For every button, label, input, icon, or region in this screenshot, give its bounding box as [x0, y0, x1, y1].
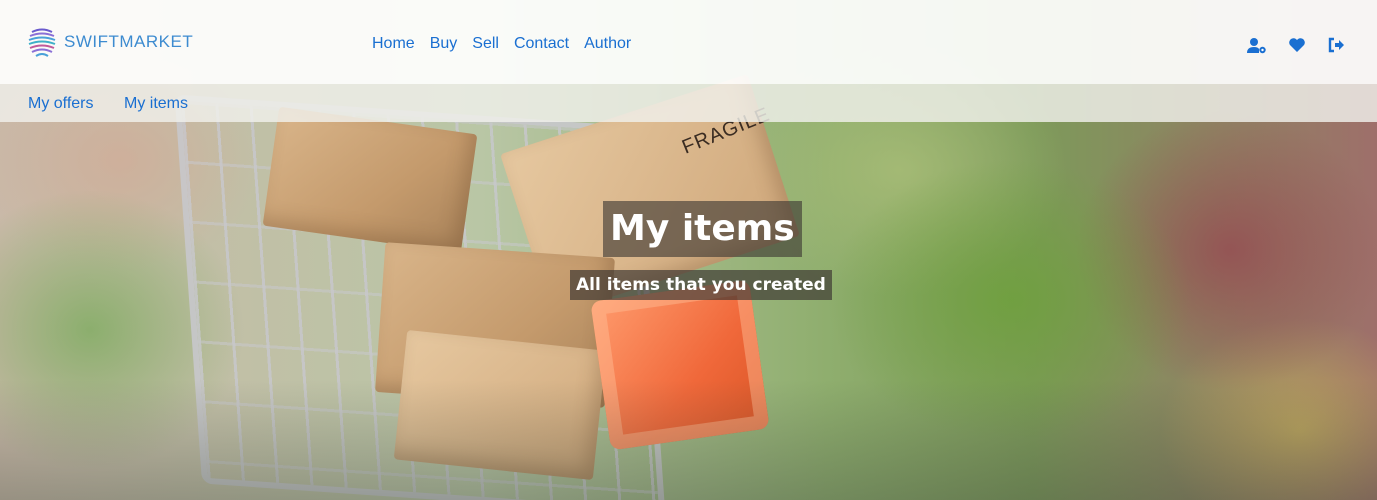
- brand[interactable]: SWIFTMARKET: [28, 26, 193, 58]
- nav-author-link[interactable]: Author: [584, 35, 631, 53]
- heart-icon[interactable]: [1287, 36, 1307, 54]
- page-subtitle: All items that you created: [570, 270, 832, 300]
- nav-icon-group: [1247, 36, 1347, 54]
- nav-buy-link[interactable]: Buy: [430, 35, 458, 53]
- secondary-nav: [0, 84, 1377, 122]
- user-settings-icon[interactable]: [1247, 36, 1267, 54]
- top-navbar: SWIFTMARKET Home Buy Sell Contact Author: [0, 0, 1377, 84]
- nav-contact-link[interactable]: Contact: [514, 35, 569, 53]
- subnav-my-offers-link[interactable]: My offers: [28, 95, 94, 113]
- nav-home-link[interactable]: Home: [372, 35, 415, 53]
- nav-sell-link[interactable]: Sell: [472, 35, 499, 53]
- hero-shade: [0, 380, 1377, 500]
- main-nav: Home Buy Sell Contact Author: [372, 35, 646, 53]
- globe-lines-icon: [28, 28, 56, 57]
- logout-icon[interactable]: [1327, 36, 1347, 54]
- brand-name: SWIFTMARKET: [64, 32, 194, 51]
- subnav-my-items-link[interactable]: My items: [124, 95, 188, 113]
- page-title: My items: [603, 201, 802, 257]
